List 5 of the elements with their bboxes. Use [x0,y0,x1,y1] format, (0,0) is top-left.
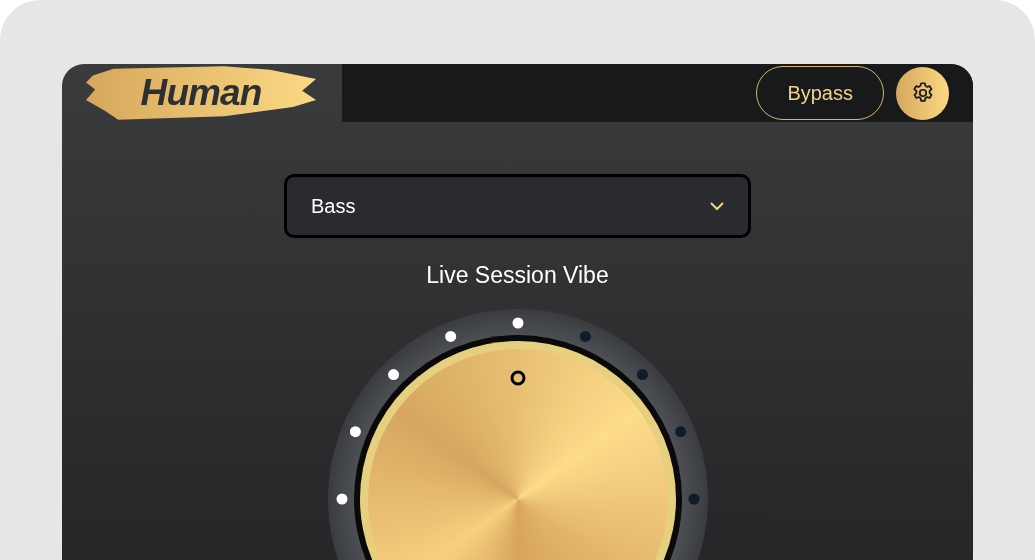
knob-title: Live Session Vibe [426,261,609,290]
settings-button[interactable] [896,66,949,120]
logo-brush-badge: Human [86,64,316,122]
preset-dropdown[interactable]: Bass [284,174,751,238]
chevron-down-icon [710,201,724,211]
